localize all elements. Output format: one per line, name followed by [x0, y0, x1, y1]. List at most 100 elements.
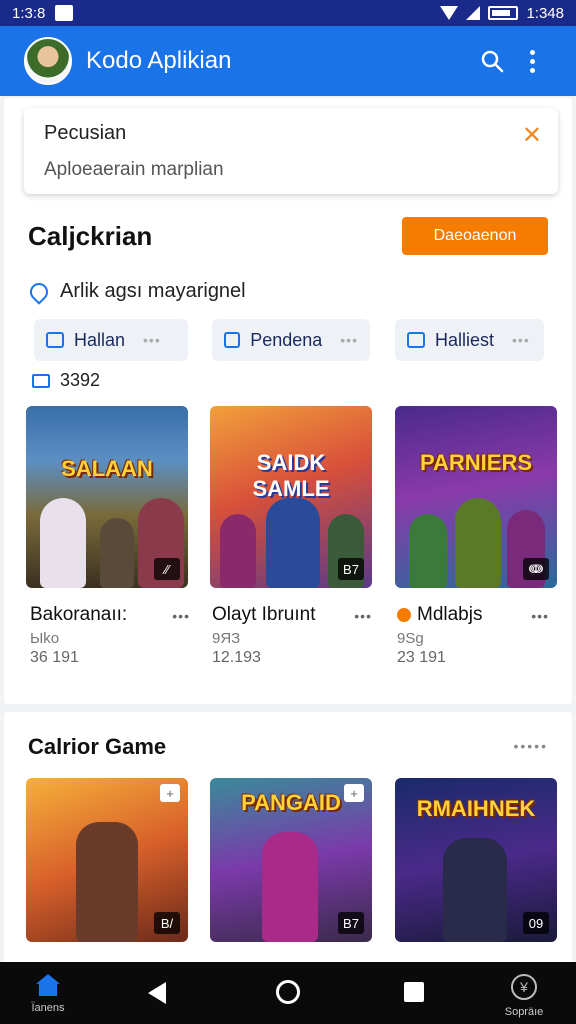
game-more-icon[interactable]: ••• — [354, 608, 372, 624]
game-badge: B7 — [338, 912, 364, 934]
more-vert-icon — [529, 49, 535, 73]
search-button[interactable] — [472, 41, 512, 81]
game-more-icon[interactable]: ••• — [172, 608, 190, 624]
location-text: Arlik agsı mayarignel — [60, 280, 246, 302]
game-name: Mdlabjs — [417, 604, 483, 625]
character-figure — [76, 822, 138, 942]
character-figure — [262, 832, 318, 942]
game-card[interactable]: SALAAN ∕∕ — [26, 406, 188, 588]
game-sub: 9Sg — [397, 630, 424, 647]
location-row[interactable]: Arlik agsı mayarignel — [26, 278, 246, 305]
settings-icon: ¥ — [511, 974, 537, 1000]
game-meta: Mdlabjs ••• 9Sg 23 191 — [397, 604, 549, 667]
game-meta: Olayt Ibruınt ••• 9ЯЗ 12.193 — [212, 604, 372, 667]
home-icon — [36, 974, 60, 996]
chip-more-icon: ••• — [340, 332, 358, 348]
section-title: Caljckrian — [28, 220, 153, 251]
game-logo: PANGAID — [241, 790, 341, 815]
app-title: Kodo Aplikian — [86, 47, 232, 74]
character-figure — [409, 514, 447, 588]
add-icon[interactable]: + — [160, 784, 180, 802]
game-badge: B7 — [338, 558, 364, 580]
game-sub: Ыko — [30, 630, 60, 647]
nav-settings-label: Sopräıe — [504, 1006, 544, 1018]
back-icon[interactable] — [148, 982, 166, 1004]
battery-icon — [488, 6, 519, 20]
count-row: 3392 — [32, 370, 100, 391]
character-figure — [40, 498, 86, 588]
game-name: Bakoranaıı: — [30, 604, 128, 625]
status-bar: 1:3:8 1:348 — [0, 0, 576, 26]
cta-button[interactable]: Daeoaenon — [402, 217, 548, 255]
main-card: Pecusian Aploeaerain marplian ✕ Caljckri… — [4, 98, 572, 704]
section2-title: Calrior Game — [28, 734, 167, 759]
nav-home-label: Ïanens — [31, 1002, 65, 1014]
game-stat: 23 191 — [397, 649, 446, 666]
character-figure — [100, 518, 134, 588]
game-stat: 36 191 — [30, 649, 79, 666]
section-header: Caljckrian Daeoaenon — [28, 216, 548, 256]
game-logo: SAIDK SAMLE — [252, 450, 330, 501]
app-bar: Kodo Aplikian — [0, 26, 576, 96]
nav-home-tab[interactable]: Ïanens — [18, 974, 78, 1022]
avatar[interactable] — [24, 37, 72, 85]
status-left: 1:3:8 — [12, 4, 74, 22]
recents-icon[interactable] — [404, 982, 424, 1002]
chip-row: Hallan ••• Pendena ••• Halliest ••• — [34, 319, 554, 361]
navigation-bar: Ïanens ¥ Sopräıe — [0, 962, 576, 1024]
chip-pendena[interactable]: Pendena ••• — [212, 319, 370, 361]
game-badge: ↈ — [523, 558, 549, 580]
chip-hallan[interactable]: Hallan ••• — [34, 319, 188, 361]
game-badge: ∕∕ — [154, 558, 180, 580]
wifi-icon — [440, 6, 459, 20]
count-value: 3392 — [60, 370, 101, 390]
game-stat: 12.193 — [212, 649, 261, 666]
status-time-left: 1:3:8 — [12, 4, 46, 22]
game-card[interactable]: B/ + — [26, 778, 188, 942]
game-card[interactable]: PANGAID B7 + — [210, 778, 372, 942]
game-card[interactable]: PARNIERS ↈ — [395, 406, 557, 588]
notification-icon — [55, 5, 74, 21]
chip-more-icon: ••• — [143, 332, 161, 348]
close-icon[interactable]: ✕ — [522, 124, 542, 148]
game-name-row: Mdlabjs — [397, 604, 549, 626]
chip-icon — [224, 332, 241, 348]
character-figure — [266, 498, 320, 588]
character-figure — [455, 498, 501, 588]
game-badge: B/ — [154, 912, 180, 934]
game-brand-icon — [397, 608, 411, 622]
status-right: 1:348 — [440, 5, 564, 22]
section2-more-icon[interactable]: ••••• — [513, 738, 548, 754]
signal-icon — [466, 6, 481, 20]
game-badge: 09 — [523, 912, 549, 934]
search-icon — [481, 50, 504, 73]
search-card[interactable]: Pecusian Aploeaerain marplian ✕ — [24, 108, 558, 194]
character-figure — [220, 514, 256, 588]
search-title: Pecusian — [44, 122, 127, 144]
folder-icon — [32, 373, 50, 388]
game-logo: SALAAN — [61, 456, 153, 481]
game-sub: 9ЯЗ — [212, 630, 241, 647]
nav-settings-tab[interactable]: ¥ Sopräıe — [494, 974, 554, 1022]
game-meta: Bakoranaıı: ••• Ыko 36 191 — [30, 604, 190, 667]
search-input[interactable]: Aploeaerain marplian — [44, 159, 538, 181]
game-name: Olayt Ibruınt — [212, 604, 316, 625]
character-figure — [443, 838, 507, 942]
game-more-icon[interactable]: ••• — [531, 608, 549, 624]
chip-label: Halliest — [435, 329, 495, 350]
chip-label: Pendena — [250, 329, 323, 350]
status-time-right: 1:348 — [526, 4, 564, 22]
game-card[interactable]: SAIDK SAMLE B7 — [210, 406, 372, 588]
chip-more-icon: ••• — [512, 332, 530, 348]
chip-label: Hallan — [74, 329, 126, 350]
home-button-icon[interactable] — [276, 980, 300, 1004]
more-vert-button[interactable] — [512, 41, 552, 81]
game-logo: PARNIERS — [419, 450, 533, 475]
add-icon[interactable]: + — [344, 784, 364, 802]
game-logo: RMAIHNEK — [416, 796, 536, 821]
chip-halliest[interactable]: Halliest ••• — [395, 319, 544, 361]
location-pin-icon — [26, 278, 52, 305]
second-card: Calrior Game ••••• B/ + PANGAID B7 + RMA… — [4, 712, 572, 972]
game-card[interactable]: RMAIHNEK 09 — [395, 778, 557, 942]
chip-icon — [46, 332, 64, 348]
